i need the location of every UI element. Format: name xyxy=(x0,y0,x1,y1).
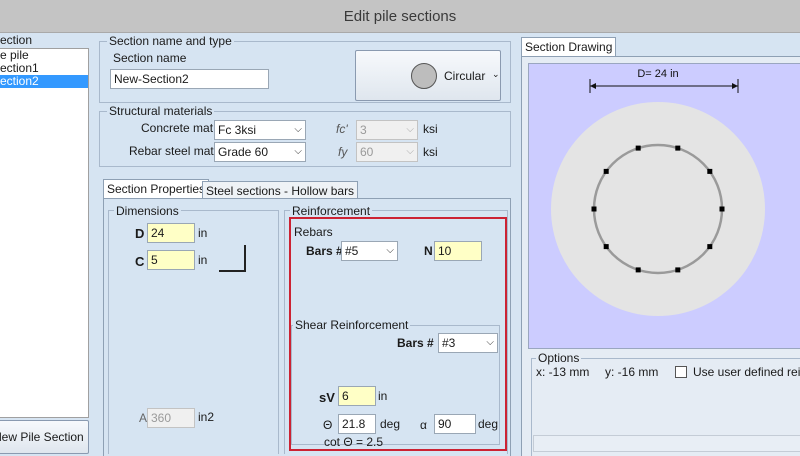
dimensions-legend: Dimensions xyxy=(114,204,181,218)
shape-type-button[interactable]: Circular ⌄ xyxy=(355,50,501,101)
sv-input[interactable]: 6 xyxy=(338,386,376,406)
concrete-material-value: Fc 3ksi xyxy=(218,123,257,137)
fc-unit: ksi xyxy=(423,122,438,136)
chevron-down-icon: ⌵ xyxy=(406,124,414,135)
pile-outline xyxy=(551,102,765,316)
d-label: D xyxy=(135,226,145,241)
chevron-down-icon: ⌵ xyxy=(406,146,414,157)
c-unit: in xyxy=(198,253,208,267)
section-name-input[interactable]: New-Section2 xyxy=(110,69,269,89)
chevron-down-icon: ⌄ xyxy=(492,69,500,79)
new-pile-section-button[interactable]: lew Pile Section xyxy=(0,420,89,454)
sv-unit: in xyxy=(378,389,388,403)
shear-bars-value: #3 xyxy=(442,336,456,350)
theta-label: Θ xyxy=(323,418,333,432)
rebar-dot xyxy=(719,206,725,212)
chevron-down-icon: ⌵ xyxy=(294,146,302,157)
n-input[interactable]: 10 xyxy=(434,241,482,261)
sections-list-header: ection xyxy=(0,33,33,47)
a-input: 360 xyxy=(147,408,195,428)
user-defined-checkbox[interactable] xyxy=(675,366,687,378)
rebar-dot xyxy=(603,168,609,174)
tab-section-properties[interactable]: Section Properties xyxy=(103,179,210,199)
bars-value: #5 xyxy=(345,244,359,258)
fy-value: 60 xyxy=(360,145,374,159)
cot-theta-text: cot Θ = 2.5 xyxy=(324,435,384,449)
options-legend: Options xyxy=(536,351,582,365)
fc-label: fc' xyxy=(336,122,348,136)
section-drawing-canvas[interactable]: D= 24 in xyxy=(528,63,800,349)
dimension-label: D= 24 in xyxy=(637,68,678,80)
rebar-dot xyxy=(675,145,681,151)
c-label: C xyxy=(135,254,145,269)
fc-select[interactable]: 3 ⌵ xyxy=(356,120,418,140)
a-unit: in2 xyxy=(198,410,215,424)
rebars-label: Rebars xyxy=(294,225,333,239)
shear-bars-select[interactable]: #3 ⌵ xyxy=(438,333,498,353)
tab-steel-sections[interactable]: Steel sections - Hollow bars xyxy=(202,181,359,199)
chevron-down-icon: ⌵ xyxy=(294,124,302,135)
bars-label: Bars # xyxy=(306,244,343,258)
fc-value: 3 xyxy=(360,123,367,137)
alpha-input[interactable]: 90 xyxy=(434,414,476,434)
n-label: N xyxy=(424,244,433,258)
rebar-dot xyxy=(707,168,713,174)
theta-input[interactable]: 21.8 xyxy=(338,414,376,434)
concrete-material-select[interactable]: Fc 3ksi ⌵ xyxy=(214,120,306,140)
rebar-dot xyxy=(635,267,641,273)
rebar-dot xyxy=(707,244,713,250)
dimension-arrow-right xyxy=(732,83,738,89)
window-title: Edit pile sections xyxy=(343,8,457,25)
rebar-dot xyxy=(591,206,597,212)
d-input[interactable]: 24 xyxy=(147,223,195,243)
rebar-dot xyxy=(675,267,681,273)
shape-type-label: Circular xyxy=(444,69,486,83)
tab-section-drawing[interactable]: Section Drawing xyxy=(521,37,617,57)
chevron-down-icon: ⌵ xyxy=(486,337,494,348)
user-defined-label: Use user defined reinf xyxy=(693,365,800,379)
chevron-down-icon: ⌵ xyxy=(386,245,394,256)
dimension-arrow-left xyxy=(590,83,596,89)
sections-list[interactable]: e pile ection1 ection2 xyxy=(0,48,89,418)
shear-reinforcement-legend: Shear Reinforcement xyxy=(293,318,411,332)
sv-label: sV xyxy=(319,390,335,405)
theta-unit: deg xyxy=(380,417,401,431)
fy-unit: ksi xyxy=(423,145,438,159)
rebar-material-label: Rebar steel mat. xyxy=(129,144,218,158)
status-strip xyxy=(533,435,800,452)
rebar-dot xyxy=(603,244,609,250)
fy-label: fy xyxy=(338,145,348,159)
d-unit: in xyxy=(198,226,208,240)
x-coordinate: x: -13 mm xyxy=(536,365,590,379)
a-label: A xyxy=(139,411,148,425)
shear-bars-label: Bars # xyxy=(397,336,434,350)
cover-diagram-icon xyxy=(219,245,246,272)
alpha-unit: deg xyxy=(478,417,499,431)
window-title-bar: Edit pile sections xyxy=(0,0,800,33)
rebar-dot xyxy=(635,145,641,151)
alpha-label: α xyxy=(420,418,427,432)
rebar-material-select[interactable]: Grade 60 ⌵ xyxy=(214,142,306,162)
section-drawing-svg: D= 24 in xyxy=(551,68,765,316)
circle-shape-icon xyxy=(411,63,437,89)
y-coordinate: y: -16 mm xyxy=(605,365,659,379)
list-item[interactable]: ection2 xyxy=(0,75,88,88)
c-input[interactable]: 5 xyxy=(147,250,195,270)
bars-select[interactable]: #5 ⌵ xyxy=(341,241,398,261)
fy-select[interactable]: 60 ⌵ xyxy=(356,142,418,162)
rebar-material-value: Grade 60 xyxy=(218,145,269,159)
concrete-material-label: Concrete mat. xyxy=(141,121,217,135)
structural-materials-legend: Structural materials xyxy=(107,104,215,118)
section-name-type-legend: Section name and type xyxy=(107,34,234,48)
section-name-label: Section name xyxy=(113,51,187,65)
